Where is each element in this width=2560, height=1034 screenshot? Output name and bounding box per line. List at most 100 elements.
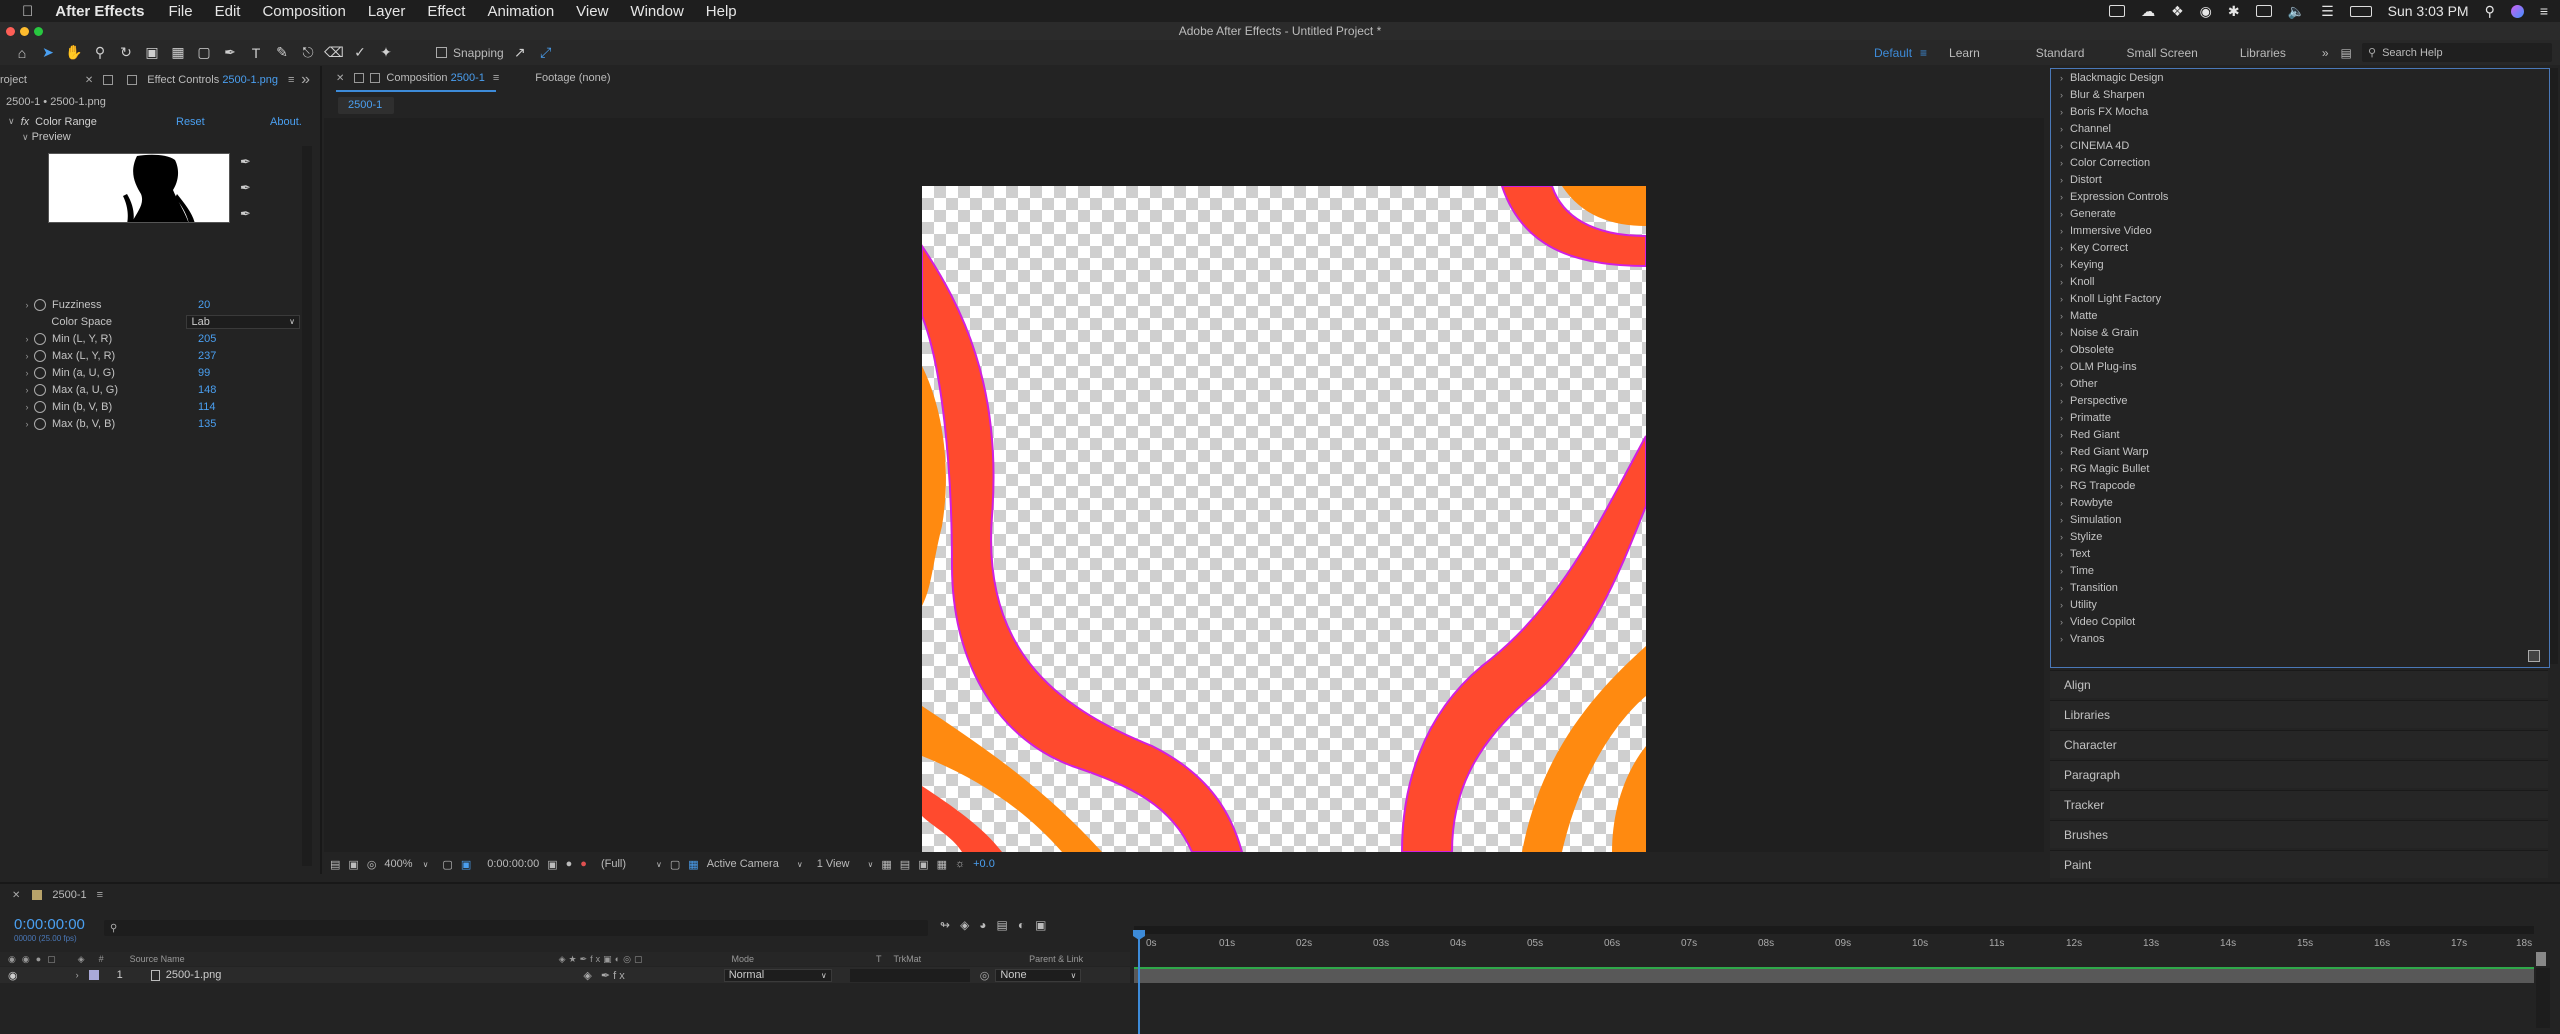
table-row[interactable]: ◉ › 1 2500-1.png ◈ ✒fx Normal ∨ ◎ None ∨ bbox=[0, 967, 1130, 983]
property-value[interactable]: 20 bbox=[198, 299, 210, 311]
fx-icon[interactable]: fx bbox=[21, 116, 30, 128]
parent-select[interactable]: None ∨ bbox=[995, 968, 1082, 982]
menu-window[interactable]: Window bbox=[630, 3, 683, 20]
pan-behind-tool-icon[interactable]: ▦ bbox=[168, 43, 188, 63]
time-ruler[interactable]: 0s 01s 02s 03s 04s 05s 06s 07s 08s 09s 1… bbox=[1134, 926, 2534, 952]
snap-features-icon[interactable]: ⤢ bbox=[536, 43, 556, 63]
siri-icon[interactable] bbox=[2510, 4, 2524, 18]
search-help-input[interactable]: Search Help bbox=[2382, 47, 2443, 59]
tab-timeline-comp[interactable]: 2500-1 bbox=[52, 889, 86, 901]
eyedropper-subtract-icon[interactable]: ✒ bbox=[240, 206, 251, 222]
comp-canvas[interactable] bbox=[922, 186, 1646, 852]
fast-previews-icon[interactable]: ▤ bbox=[900, 858, 910, 871]
effect-category[interactable]: › Text bbox=[2052, 545, 2547, 562]
effect-category[interactable]: › Utility bbox=[2052, 596, 2547, 613]
menu-edit[interactable]: Edit bbox=[215, 3, 241, 20]
new-preset-icon[interactable] bbox=[2528, 650, 2540, 662]
close-tab-icon[interactable]: ✕ bbox=[85, 75, 93, 86]
expand-icon[interactable]: › bbox=[20, 419, 34, 429]
stopwatch-icon[interactable] bbox=[34, 332, 46, 345]
property-value[interactable]: 205 bbox=[198, 333, 216, 345]
effect-category[interactable]: › Red Giant bbox=[2052, 426, 2547, 443]
zoom-select[interactable]: 400% ∨ bbox=[384, 858, 428, 870]
comp-subtab[interactable]: 2500-1 bbox=[338, 97, 394, 114]
layer-label-color[interactable] bbox=[88, 970, 99, 980]
property-row-min-bvb[interactable]: › Min (b, V, B) 114 bbox=[0, 398, 300, 415]
label-icon[interactable]: ◈ bbox=[78, 954, 85, 965]
dropbox-icon[interactable]: ❖ bbox=[2171, 3, 2184, 20]
panel-character[interactable]: Character bbox=[2050, 730, 2548, 758]
creative-cloud-icon[interactable]: ☁ bbox=[2141, 3, 2155, 20]
col-mode[interactable]: Mode bbox=[731, 954, 754, 964]
effect-category[interactable]: › Knoll bbox=[2052, 273, 2547, 290]
display-icon[interactable] bbox=[2255, 5, 2272, 17]
effect-category[interactable]: › Vranos bbox=[2052, 630, 2547, 647]
airplay-icon[interactable] bbox=[2109, 5, 2126, 17]
eyedropper-add-icon[interactable]: ✒ bbox=[240, 180, 251, 196]
panel-align[interactable]: Align bbox=[2050, 670, 2548, 698]
effect-category[interactable]: › Primatte bbox=[2052, 409, 2547, 426]
app-menu[interactable]: After Effects bbox=[55, 3, 144, 20]
menu-animation[interactable]: Animation bbox=[487, 3, 554, 20]
exposure-value[interactable]: +0.0 bbox=[973, 858, 995, 870]
effect-category[interactable]: › Color Correction bbox=[2052, 154, 2547, 171]
layer-search-input[interactable]: ⚲ bbox=[104, 920, 928, 936]
effect-category[interactable]: › Keying bbox=[2052, 256, 2547, 273]
close-tab-icon[interactable]: ✕ bbox=[12, 890, 20, 901]
video-switch-icon[interactable]: ◉ bbox=[8, 954, 16, 965]
bluetooth-icon[interactable]: ✱ bbox=[2228, 3, 2240, 20]
camera-select[interactable]: Active Camera ∨ bbox=[707, 858, 803, 870]
work-area-end-icon[interactable] bbox=[2536, 952, 2546, 966]
workspace-standard[interactable]: Standard bbox=[2036, 46, 2085, 60]
color-space-select[interactable]: Lab ∨ bbox=[186, 314, 300, 329]
solo-switch-icon[interactable]: ● bbox=[36, 954, 41, 964]
menu-composition[interactable]: Composition bbox=[262, 3, 345, 20]
about-button[interactable]: About. bbox=[270, 116, 302, 128]
camera-tool-icon[interactable]: ▣ bbox=[142, 43, 162, 63]
property-row-min-aug[interactable]: › Min (a, U, G) 99 bbox=[0, 364, 300, 381]
property-value[interactable]: 99 bbox=[198, 367, 210, 379]
panel-paragraph[interactable]: Paragraph bbox=[2050, 760, 2548, 788]
tab-project[interactable]: roject bbox=[0, 74, 27, 86]
expand-icon[interactable]: › bbox=[20, 351, 34, 361]
playhead[interactable] bbox=[1138, 932, 1140, 1034]
effects-scrollbar[interactable] bbox=[2550, 68, 2558, 664]
show-snapshot-icon[interactable]: ● bbox=[566, 858, 573, 870]
comp-mini-flowchart-icon[interactable]: ↬ bbox=[940, 918, 950, 932]
rectangle-tool-icon[interactable]: ▢ bbox=[194, 43, 214, 63]
tab-composition[interactable]: Composition 2500-1 bbox=[386, 72, 484, 84]
resolution-select[interactable]: (Full) ∨ bbox=[601, 858, 662, 870]
channel-icon[interactable]: ● bbox=[580, 858, 587, 870]
property-row-max-bvb[interactable]: › Max (b, V, B) 135 bbox=[0, 415, 300, 432]
control-center-icon[interactable]: ≡ bbox=[2540, 3, 2548, 19]
stopwatch-icon[interactable] bbox=[34, 417, 46, 430]
property-row-max-aug[interactable]: › Max (a, U, G) 148 bbox=[0, 381, 300, 398]
pen-tool-icon[interactable]: ✒ bbox=[220, 43, 240, 63]
snapping-checkbox[interactable] bbox=[436, 47, 447, 58]
home-icon[interactable]: ⌂ bbox=[12, 43, 32, 63]
roto-brush-tool-icon[interactable]: ✓ bbox=[350, 43, 370, 63]
stopwatch-icon[interactable] bbox=[34, 400, 46, 413]
monitor-icon[interactable]: ▣ bbox=[348, 858, 358, 871]
reset-button[interactable]: Reset bbox=[176, 116, 205, 128]
expand-panels-icon[interactable]: » bbox=[301, 71, 310, 89]
more-workspaces-icon[interactable]: » bbox=[2322, 46, 2329, 60]
close-tab-icon[interactable]: ✕ bbox=[336, 73, 344, 84]
effect-category[interactable]: › Expression Controls bbox=[2052, 188, 2547, 205]
panel-brushes[interactable]: Brushes bbox=[2050, 820, 2548, 848]
effect-category[interactable]: › CINEMA 4D bbox=[2052, 137, 2547, 154]
property-value[interactable]: 148 bbox=[198, 384, 216, 396]
workspace-learn[interactable]: Learn bbox=[1949, 46, 1980, 60]
menu-help[interactable]: Help bbox=[706, 3, 737, 20]
workspace-default[interactable]: Default bbox=[1874, 46, 1912, 60]
effect-category[interactable]: › Red Giant Warp bbox=[2052, 443, 2547, 460]
expand-icon[interactable]: › bbox=[20, 385, 34, 395]
panel-libraries[interactable]: Libraries bbox=[2050, 700, 2548, 728]
hand-tool-icon[interactable]: ✋ bbox=[64, 43, 84, 63]
layer-track[interactable] bbox=[1134, 967, 2534, 983]
effect-category[interactable]: › Blur & Sharpen bbox=[2052, 86, 2547, 103]
mask-icon[interactable]: ▣ bbox=[461, 858, 471, 871]
menu-file[interactable]: File bbox=[168, 3, 192, 20]
effect-category[interactable]: › Video Copilot bbox=[2052, 613, 2547, 630]
panel-scrollbar[interactable] bbox=[302, 146, 312, 866]
